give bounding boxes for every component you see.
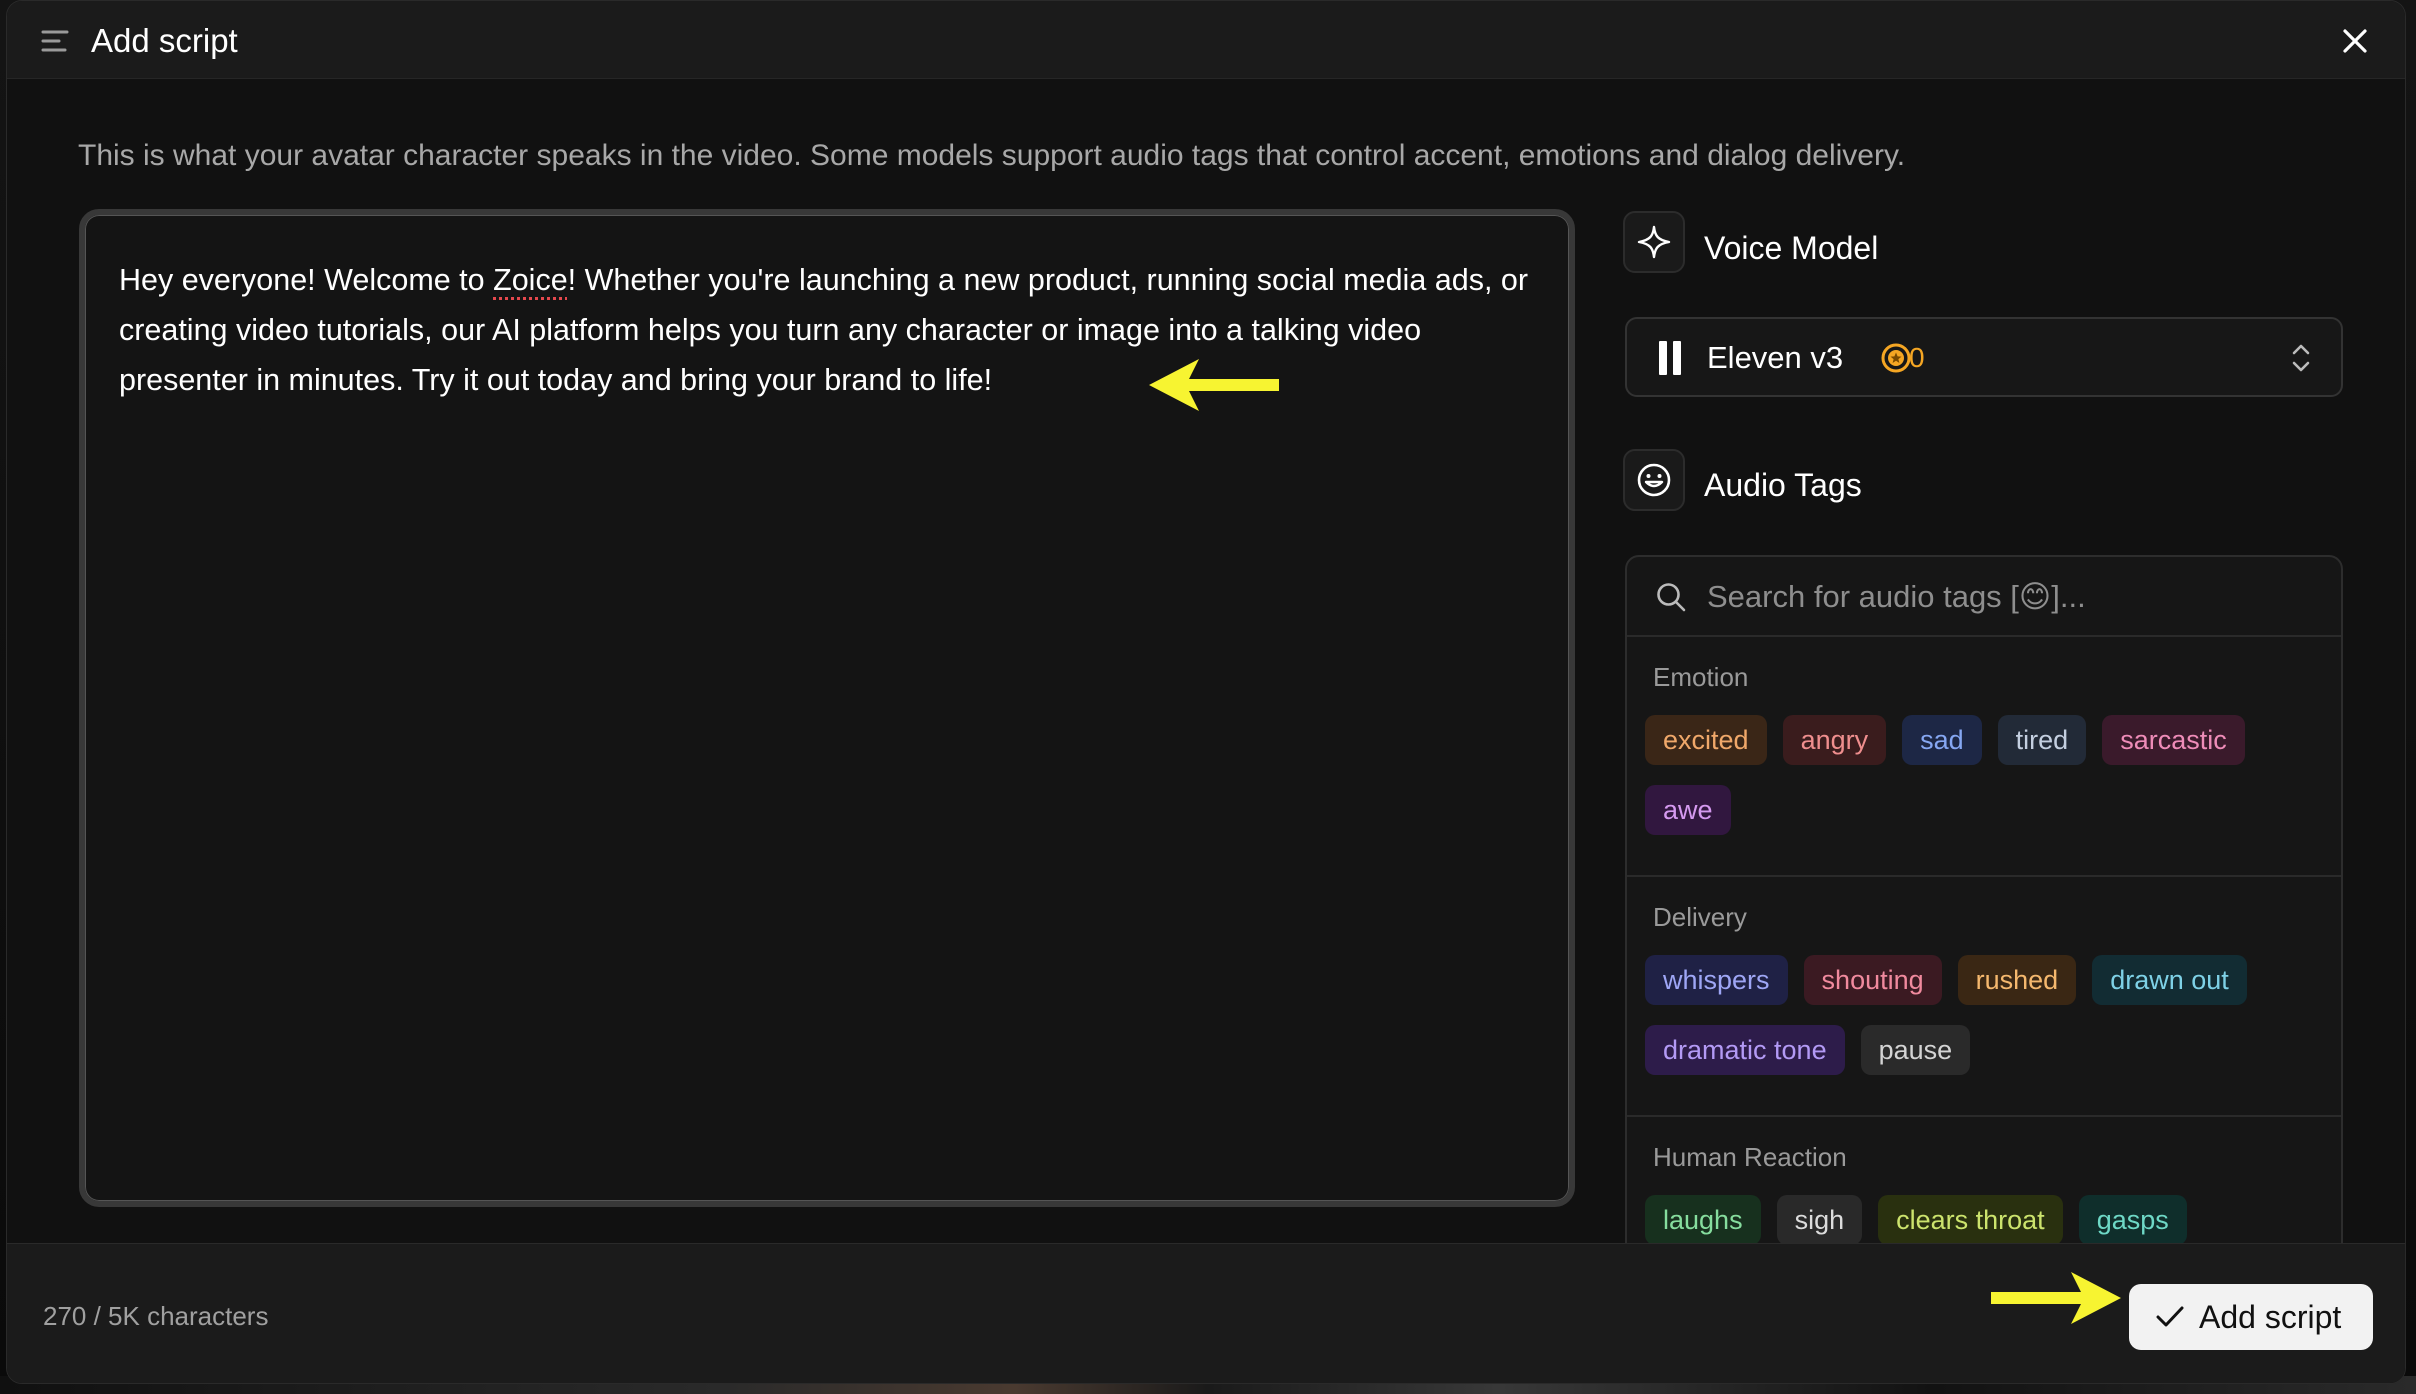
coin-icon xyxy=(1881,343,1911,373)
emotion-tags: excited angry sad tired sarcastic awe xyxy=(1645,715,2335,835)
tag-tired[interactable]: tired xyxy=(1997,715,2087,765)
add-script-button-label: Add script xyxy=(2199,1299,2342,1335)
chevron-updown-icon xyxy=(2292,344,2310,372)
human-reaction-section: Human Reaction laughs sigh clears throat… xyxy=(1627,1117,2341,1257)
tag-dramatic-tone[interactable]: dramatic tone xyxy=(1645,1025,1845,1075)
smiley-icon xyxy=(1637,463,1671,497)
tag-pause[interactable]: pause xyxy=(1860,1025,1971,1075)
script-text[interactable]: Hey everyone! Welcome to Zoice! Whether … xyxy=(119,255,1539,405)
elevenlabs-logo-icon xyxy=(1659,341,1681,375)
tag-sarcastic[interactable]: sarcastic xyxy=(2102,715,2245,765)
delivery-section: Delivery whispers shouting rushed drawn … xyxy=(1627,877,2341,1117)
audio-tags-icon-box xyxy=(1623,449,1685,511)
tag-clears-throat[interactable]: clears throat xyxy=(1878,1195,2063,1245)
tag-gasps[interactable]: gasps xyxy=(2078,1195,2187,1245)
voice-model-select[interactable]: Eleven v3 0 xyxy=(1625,317,2343,397)
close-icon xyxy=(2343,29,2367,53)
audio-tags-panel: Emotion excited angry sad tired sarcasti… xyxy=(1625,555,2343,1259)
voice-model-icon-box xyxy=(1623,211,1685,273)
delivery-tags: whispers shouting rushed drawn out drama… xyxy=(1645,955,2335,1075)
tag-awe[interactable]: awe xyxy=(1645,785,1731,835)
delivery-heading: Delivery xyxy=(1653,902,1747,932)
search-icon xyxy=(1657,583,1686,612)
tag-excited[interactable]: excited xyxy=(1645,715,1767,765)
audio-tags-search-input[interactable] xyxy=(1707,575,2307,619)
misspelled-word[interactable]: Zoice xyxy=(493,263,568,297)
selected-voice-model: Eleven v3 xyxy=(1707,340,1844,375)
human-reaction-tags: laughs sigh clears throat gasps xyxy=(1645,1195,2335,1245)
modal-description: This is what your avatar character speak… xyxy=(78,139,1906,172)
tag-sad[interactable]: sad xyxy=(1902,715,1982,765)
script-textarea[interactable]: Hey everyone! Welcome to Zoice! Whether … xyxy=(79,209,1575,1207)
credits-count: 0 xyxy=(1909,342,1925,373)
modal-title: Add script xyxy=(91,22,238,59)
script-text-start: Hey everyone! Welcome to xyxy=(119,263,494,297)
tag-drawn-out[interactable]: drawn out xyxy=(2092,955,2247,1005)
annotation-arrow xyxy=(1991,1272,2121,1324)
annotation-arrow xyxy=(1149,359,1279,411)
emotion-section: Emotion excited angry sad tired sarcasti… xyxy=(1627,637,2341,877)
voice-model-label: Voice Model xyxy=(1704,230,1879,266)
tag-sigh[interactable]: sigh xyxy=(1776,1195,1863,1245)
check-icon xyxy=(2156,1306,2184,1327)
modal-footer: 270 / 5K characters Add script xyxy=(7,1243,2405,1383)
sparkle-icon xyxy=(1637,225,1671,259)
modal-header: Add script xyxy=(7,1,2405,79)
emotion-heading: Emotion xyxy=(1653,662,1749,692)
add-script-button[interactable]: Add script xyxy=(2129,1284,2373,1350)
add-script-modal: Add script This is what your avatar char… xyxy=(6,0,2406,1384)
human-reaction-heading: Human Reaction xyxy=(1653,1142,1847,1172)
audio-tags-search-row xyxy=(1627,557,2341,637)
tag-whispers[interactable]: whispers xyxy=(1645,955,1788,1005)
tag-angry[interactable]: angry xyxy=(1782,715,1887,765)
close-button[interactable] xyxy=(2337,23,2373,59)
tag-rushed[interactable]: rushed xyxy=(1957,955,2077,1005)
menu-icon[interactable] xyxy=(41,29,71,53)
character-count: 270 / 5K characters xyxy=(43,1301,269,1331)
audio-tags-label: Audio Tags xyxy=(1704,467,1862,503)
tag-laughs[interactable]: laughs xyxy=(1645,1195,1761,1245)
tag-shouting[interactable]: shouting xyxy=(1803,955,1942,1005)
